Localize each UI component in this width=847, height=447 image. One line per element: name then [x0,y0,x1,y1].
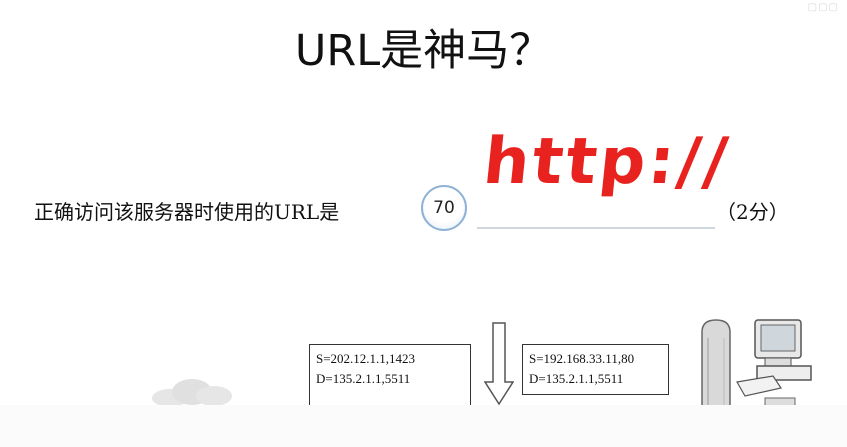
packet-box-right: S=192.168.33.11,80 D=135.2.1.1,5511 [522,344,669,395]
slide: ▢▢▢ URL是神马？ http:// 正确访问该服务器时使用的URL是 70 … [0,0,847,408]
packet-left-source: S=202.12.1.1,1423 [316,351,416,366]
question-number: 70 [433,198,455,218]
handwritten-answer: http:// [480,125,734,199]
question-text: 正确访问该服务器时使用的URL是 [34,200,340,224]
score-text: （2分） [716,200,789,224]
packet-right-dest: D=135.2.1.1,5511 [529,371,624,386]
answer-blank-line [477,227,715,229]
computer-icon [736,319,812,406]
down-arrow-icon [484,322,514,405]
question-number-badge: 70 [421,185,467,231]
slide-title: URL是神马？ [294,26,553,76]
bottom-strip [0,405,847,447]
server-icon [701,319,731,408]
packet-left-dest: D=135.2.1.1,5511 [316,371,411,386]
watermark-logo: ▢▢▢ [807,2,839,13]
packet-box-left: S=202.12.1.1,1423 D=135.2.1.1,5511 [309,344,471,405]
packet-right-source: S=192.168.33.11,80 [529,351,635,366]
cloud-icon [152,379,232,406]
